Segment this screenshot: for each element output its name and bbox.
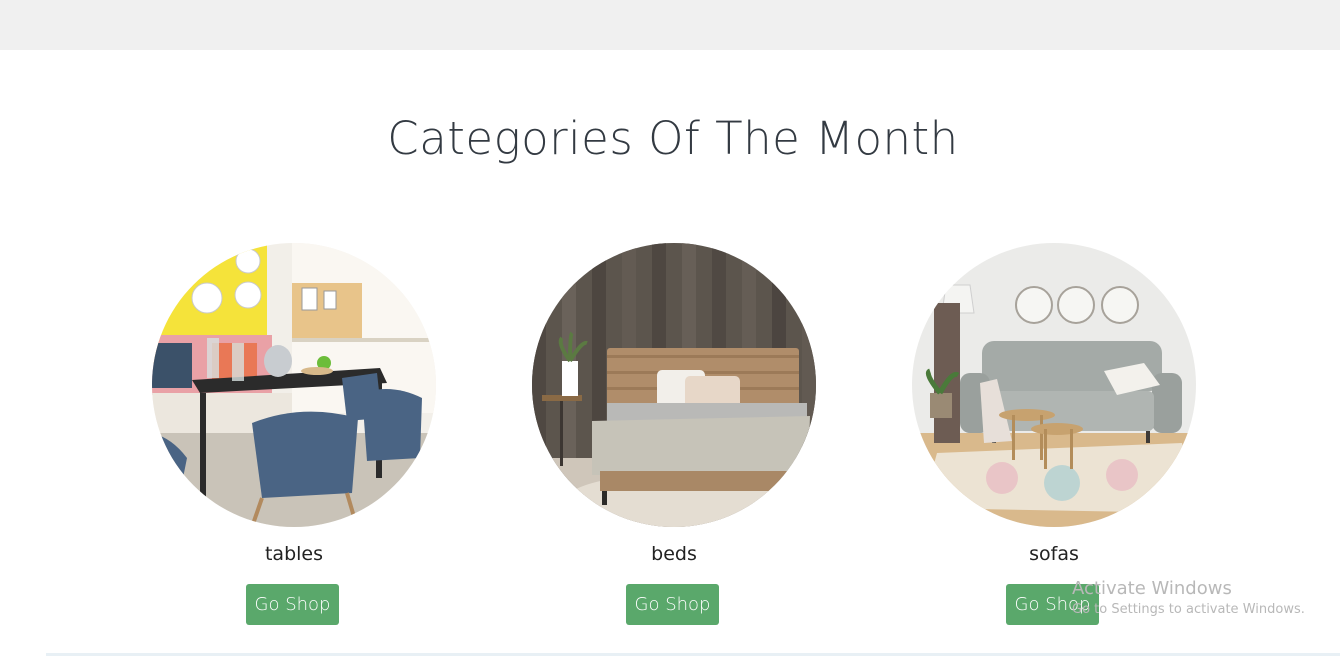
sofa-photo[interactable] <box>912 243 1196 527</box>
top-nav-bar <box>0 0 1340 50</box>
watermark-title: Activate Windows <box>1072 578 1232 599</box>
category-card-sofas: sofas Go Shop <box>912 243 1196 625</box>
category-card-tables: tables Go Shop <box>152 243 436 625</box>
category-label: beds <box>651 543 697 565</box>
category-label: tables <box>264 543 324 565</box>
go-shop-button-beds[interactable]: Go Shop <box>626 584 719 625</box>
category-label: sofas <box>1029 543 1079 565</box>
section-title: Categories Of The Month <box>387 112 959 165</box>
watermark-subtitle: Go to Settings to activate Windows. <box>1072 601 1305 617</box>
category-card-beds: beds Go Shop <box>532 243 816 625</box>
windows-activation-watermark: Activate Windows Go to Settings to activ… <box>1072 578 1305 617</box>
dining-table-photo[interactable] <box>152 243 436 527</box>
go-shop-button-tables[interactable]: Go Shop <box>246 584 339 625</box>
bed-photo[interactable] <box>532 243 816 527</box>
